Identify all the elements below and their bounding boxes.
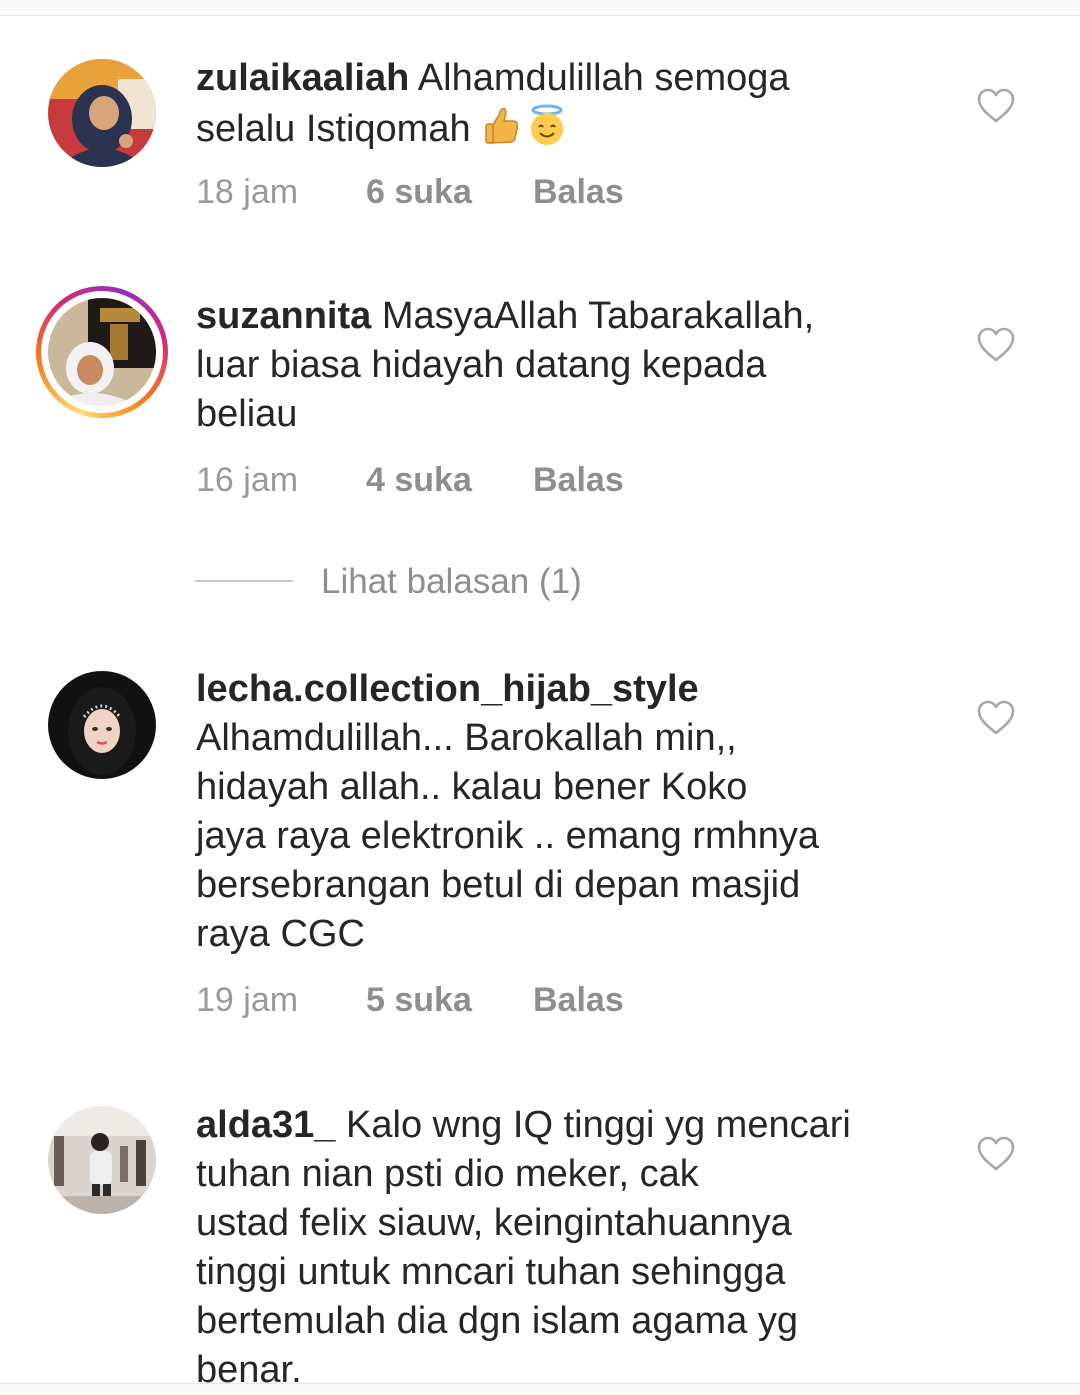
avatar[interactable] xyxy=(48,298,156,406)
avatar[interactable] xyxy=(48,59,156,167)
comment-username[interactable]: zulaikaaliah xyxy=(196,57,409,99)
comment-time: 18 jam xyxy=(196,173,299,211)
comment-body: Kalo wng IQ tinggi yg mencari tuhan nian… xyxy=(196,1104,851,1391)
comment-time: 19 jam xyxy=(196,981,299,1019)
heart-outline-icon xyxy=(977,700,1015,735)
comment-text: suzannita MasyaAllah Tabarakallah, luar … xyxy=(196,292,936,439)
comment-text: zulaikaaliah Alhamdulillah semoga selalu… xyxy=(196,54,936,154)
comment-text: alda31_ Kalo wng IQ tinggi yg mencari tu… xyxy=(196,1101,936,1395)
view-replies-label: Lihat balasan (1) xyxy=(321,562,582,601)
heart-outline-icon xyxy=(977,1136,1015,1171)
reply-button[interactable]: Balas xyxy=(533,980,624,1020)
avatar-image xyxy=(48,671,156,779)
comment-username[interactable]: lecha.collection_hijab_style xyxy=(196,668,699,710)
top-edge xyxy=(0,0,1080,16)
avatar-image xyxy=(48,298,156,406)
comment-text: lecha.collection_hijab_style Alhamdulill… xyxy=(196,665,936,959)
like-button[interactable] xyxy=(976,698,1016,738)
smiling-face-with-halo-icon xyxy=(531,104,564,145)
comment-likes[interactable]: 4 suka xyxy=(366,460,472,500)
avatar[interactable] xyxy=(48,671,156,779)
comment-likes[interactable]: 6 suka xyxy=(366,172,472,212)
like-button[interactable] xyxy=(976,325,1016,365)
avatar-image xyxy=(48,59,156,167)
comment-likes[interactable]: 5 suka xyxy=(366,980,472,1020)
avatar[interactable] xyxy=(48,1106,156,1214)
comment-time: 16 jam xyxy=(196,461,299,499)
thumbs-up-emoji-icon xyxy=(485,107,519,144)
heart-outline-icon xyxy=(977,327,1015,362)
reply-button[interactable]: Balas xyxy=(533,172,624,212)
like-button[interactable] xyxy=(976,1134,1016,1174)
comment-username[interactable]: suzannita xyxy=(196,295,371,337)
replies-divider xyxy=(195,580,293,582)
like-button[interactable] xyxy=(976,86,1016,126)
reply-button[interactable]: Balas xyxy=(533,460,624,500)
comment-username[interactable]: alda31_ xyxy=(196,1104,335,1146)
comment-body: Alhamdulillah... Barokallah min,, hidaya… xyxy=(196,717,820,955)
story-ring[interactable] xyxy=(36,286,168,418)
heart-outline-icon xyxy=(977,88,1015,123)
avatar-image xyxy=(48,1106,156,1214)
